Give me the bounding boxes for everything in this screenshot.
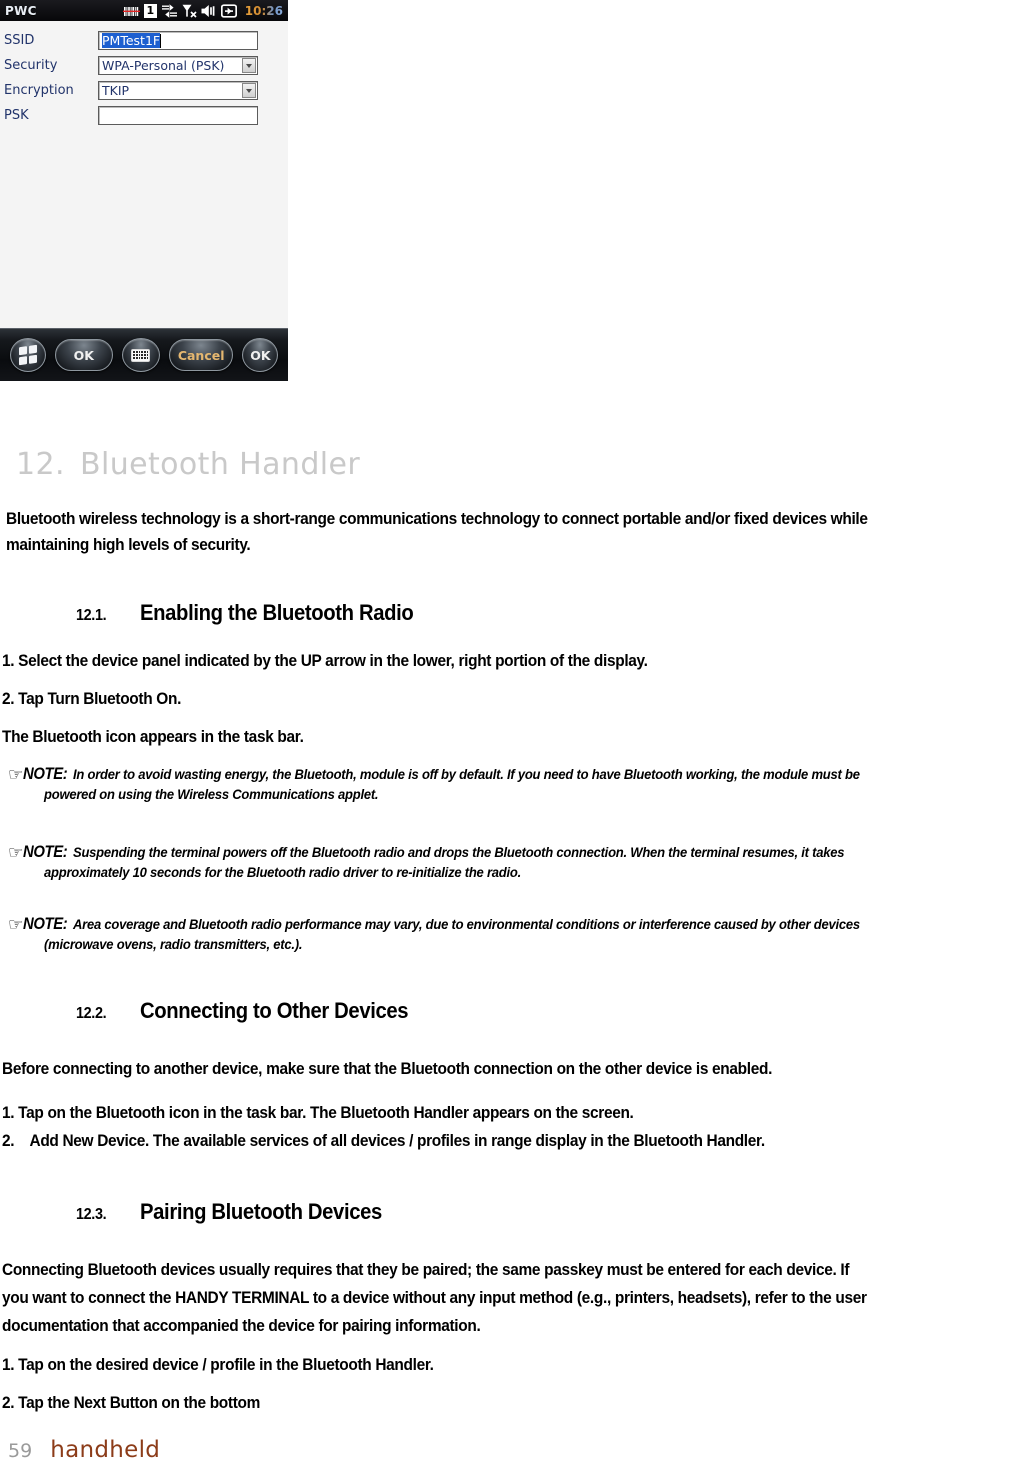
note-3-line1: ☞NOTE: Area coverage and Bluetooth radio … xyxy=(8,915,1008,934)
start-button[interactable] xyxy=(9,338,46,372)
cancel-button[interactable]: Cancel xyxy=(169,339,234,371)
note-1-line1: ☞NOTE: In order to avoid wasting energy, … xyxy=(8,765,1008,784)
encryption-dropdown[interactable]: TKIP xyxy=(98,81,258,100)
volume-icon[interactable] xyxy=(201,4,217,18)
section-number-12-3: 12.3. xyxy=(76,1206,107,1223)
security-value: WPA-Personal (PSK) xyxy=(102,58,225,73)
section-12-3-lead-line2: you want to connect the HANDY TERMINAL t… xyxy=(2,1288,867,1307)
encryption-label: Encryption xyxy=(4,83,74,98)
ok-confirm-button[interactable]: OK xyxy=(242,338,279,372)
step-12-1-3: The Bluetooth icon appears in the task b… xyxy=(2,727,304,746)
form-row-security: Security WPA-Personal (PSK) xyxy=(0,53,288,78)
signal-none-icon[interactable] xyxy=(182,4,197,18)
barcode-scanner-icon[interactable] xyxy=(122,4,140,18)
page-number: 59 xyxy=(8,1440,33,1462)
section-title-12-2: Connecting to Other Devices xyxy=(140,998,409,1023)
device-screenshot: PWC 1 10:26 SSID PMTest1F Security WPA-P… xyxy=(0,0,288,381)
section-number-12-1: 12.1. xyxy=(76,607,107,624)
chapter-heading: 12. Bluetooth Handler xyxy=(16,447,360,482)
note-block-1: ☞NOTE: In order to avoid wasting energy, … xyxy=(8,765,1008,802)
section-number-12-2: 12.2. xyxy=(76,1005,107,1022)
text-caret xyxy=(160,33,162,48)
note-1-label: NOTE: xyxy=(23,765,68,783)
device-bottom-toolbar: OK Cancel OK xyxy=(0,328,288,381)
form-row-psk: PSK xyxy=(0,103,288,128)
windows-start-icon xyxy=(18,344,37,366)
note-2-text1: Suspending the terminal powers off the B… xyxy=(72,844,845,860)
note-block-3: ☞NOTE: Area coverage and Bluetooth radio … xyxy=(8,915,1008,952)
step-12-2-1: 1. Tap on the Bluetooth icon in the task… xyxy=(2,1103,634,1122)
chapter-number: 12. xyxy=(16,447,65,482)
chapter-intro-line2: maintaining high levels of security. xyxy=(6,535,251,554)
form-row-encryption: Encryption TKIP xyxy=(0,78,288,103)
device-app-title: PWC xyxy=(5,3,37,18)
note-3-label: NOTE: xyxy=(23,915,68,933)
title-bar-icon-group: 1 10:26 xyxy=(122,3,285,18)
section-heading-12-2: 12.2. Connecting to Other Devices xyxy=(76,998,438,1024)
note-block-2: ☞NOTE: Suspending the terminal powers off… xyxy=(8,843,1008,880)
note-1-text2: powered on using the Wireless Communicat… xyxy=(44,786,379,802)
pointing-hand-icon: ☞ xyxy=(8,915,23,935)
device-title-bar: PWC 1 10:26 xyxy=(0,0,288,21)
encryption-value: TKIP xyxy=(102,83,130,98)
note-2-label: NOTE: xyxy=(23,843,68,861)
pointing-hand-icon: ☞ xyxy=(8,843,23,863)
queue-count-icon[interactable]: 1 xyxy=(143,3,157,18)
section-12-3-lead-line3: documentation that accompanied the devic… xyxy=(2,1316,481,1335)
device-form-area: SSID PMTest1F Security WPA-Personal (PSK… xyxy=(0,21,288,335)
chevron-down-icon[interactable] xyxy=(242,58,256,73)
brand-label: handheld xyxy=(50,1437,161,1463)
ssid-value: PMTest1F xyxy=(102,33,161,48)
security-dropdown[interactable]: WPA-Personal (PSK) xyxy=(98,56,258,75)
section-12-3-lead-line1: Connecting Bluetooth devices usually req… xyxy=(2,1260,850,1279)
section-title-12-1: Enabling the Bluetooth Radio xyxy=(140,600,414,625)
form-row-ssid: SSID PMTest1F xyxy=(0,28,288,53)
note-2-line1: ☞NOTE: Suspending the terminal powers off… xyxy=(8,843,1008,862)
ssid-label: SSID xyxy=(4,33,35,48)
step-12-3-2: 2. Tap the Next Button on the bottom xyxy=(2,1393,261,1412)
keyboard-button[interactable] xyxy=(121,338,160,372)
psk-label: PSK xyxy=(4,108,29,123)
note-2-text2: approximately 10 seconds for the Bluetoo… xyxy=(44,864,522,880)
section-heading-12-3: 12.3. Pairing Bluetooth Devices xyxy=(76,1199,409,1225)
data-transfer-icon[interactable] xyxy=(161,3,178,18)
note-3-text1: Area coverage and Bluetooth radio perfor… xyxy=(72,916,860,932)
device-clock: 10:26 xyxy=(244,3,283,18)
pointing-hand-icon: ☞ xyxy=(8,765,23,785)
step-12-1-2: 2. Tap Turn Bluetooth On. xyxy=(2,689,182,708)
chevron-down-icon[interactable] xyxy=(242,83,256,98)
section-title-12-3: Pairing Bluetooth Devices xyxy=(140,1199,382,1224)
step-12-2-2: 2. Add New Device. The available service… xyxy=(2,1131,765,1150)
section-heading-12-1: 12.1. Enabling the Bluetooth Radio xyxy=(76,600,444,626)
connection-icon[interactable] xyxy=(220,3,237,18)
step-12-1-1: 1. Select the device panel indicated by … xyxy=(2,651,648,670)
ok-button[interactable]: OK xyxy=(54,339,113,371)
keyboard-icon xyxy=(131,348,151,362)
chapter-title: Bluetooth Handler xyxy=(80,447,361,482)
page-footer: 59 handheld xyxy=(8,1437,160,1463)
security-label: Security xyxy=(4,58,58,73)
chapter-intro-line1: Bluetooth wireless technology is a short… xyxy=(6,509,868,528)
section-12-2-lead: Before connecting to another device, mak… xyxy=(2,1059,773,1078)
psk-input[interactable] xyxy=(98,106,258,125)
step-12-3-1: 1. Tap on the desired device / profile i… xyxy=(2,1355,434,1374)
note-3-text2: (microwave ovens, radio transmitters, et… xyxy=(44,936,303,952)
ssid-input[interactable]: PMTest1F xyxy=(98,31,258,50)
note-1-text1: In order to avoid wasting energy, the Bl… xyxy=(72,766,860,782)
